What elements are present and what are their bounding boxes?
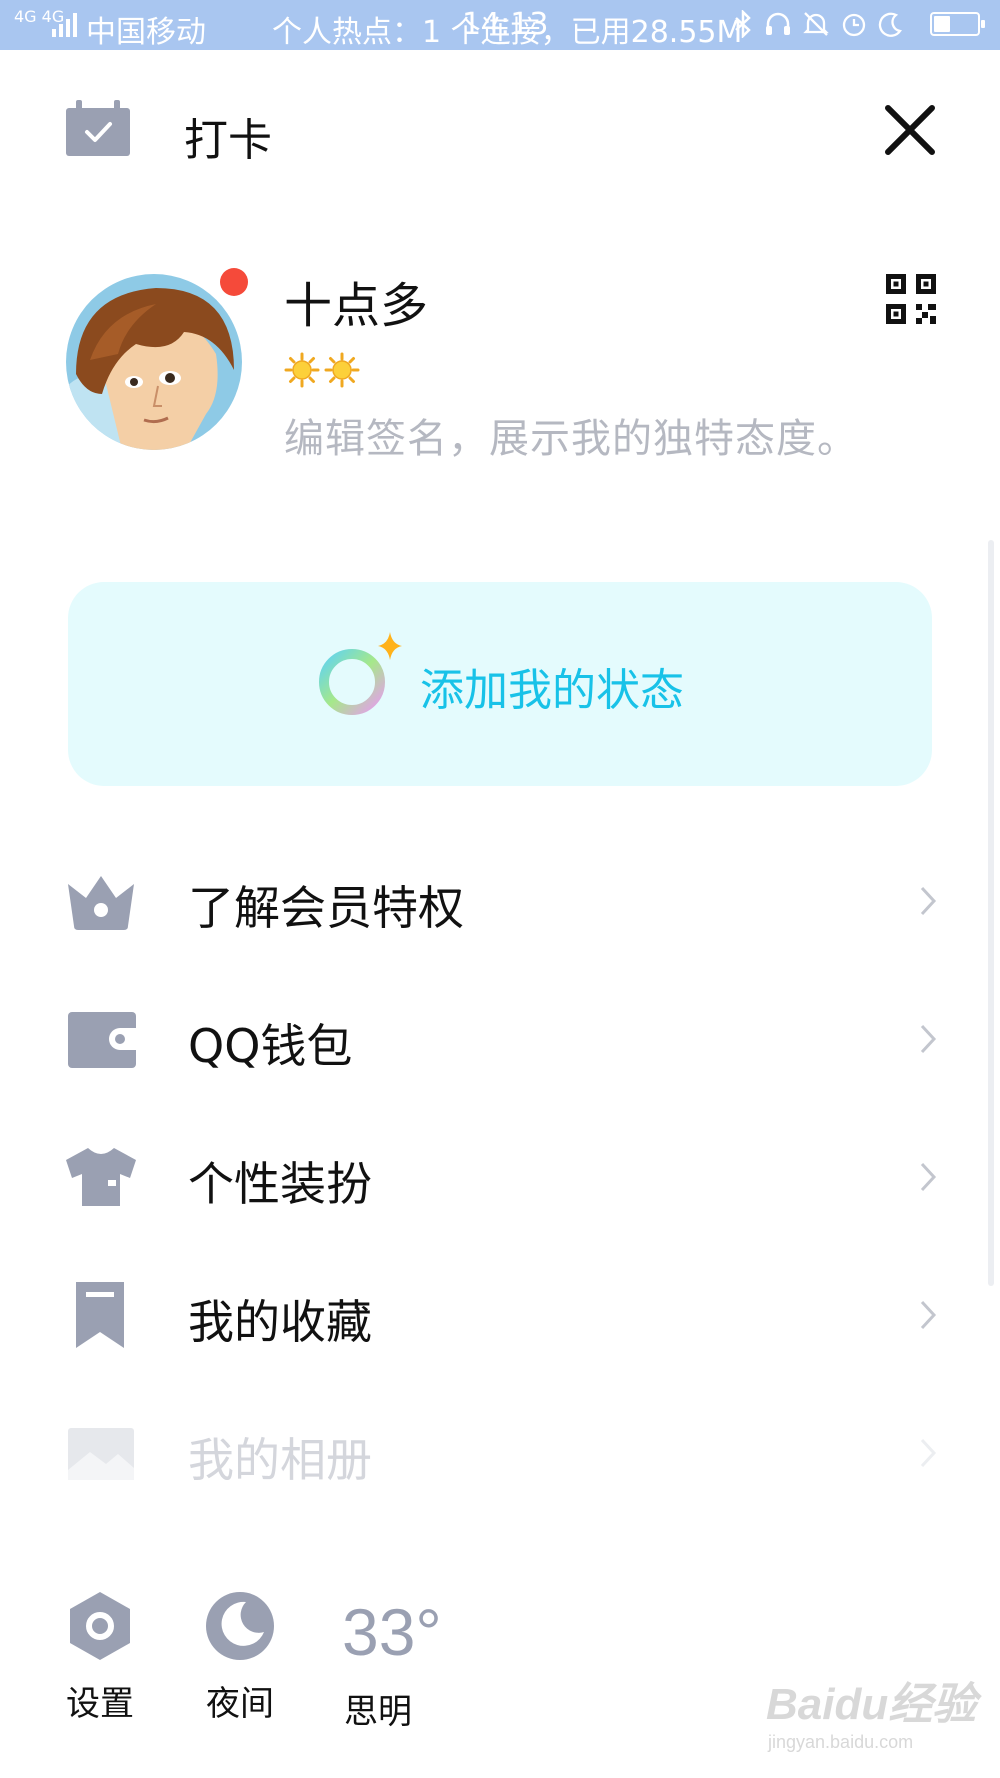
menu-item-albums[interactable]: 我的相册 [0,1392,1000,1512]
weather-city[interactable]: 思明 [344,1684,412,1733]
sun-icon [324,352,360,388]
bookmark-icon [76,1282,124,1348]
checkin-label[interactable]: 打卡 [184,104,272,168]
avatar-image [66,274,242,450]
gear-icon [70,1592,130,1660]
menu-item-qq-wallet[interactable]: QQ钱包 [0,978,1000,1098]
avatar[interactable] [66,274,242,450]
chevron-right-icon [920,1438,937,1468]
signal-icon [52,13,77,37]
night-label: 夜间 [206,1684,274,1724]
battery-icon [930,12,985,36]
menu-label: 我的收藏 [188,1295,372,1349]
drawer-header: 打卡 [0,50,1000,210]
menu-label: 个性装扮 [188,1157,372,1211]
silent-bell-icon [803,12,829,36]
photo-icon [68,1428,134,1480]
menu-label: 了解会员特权 [188,881,464,935]
weather-temperature[interactable]: 33° [342,1594,442,1670]
carrier-name: 中国移动 [86,15,206,50]
night-mode-button[interactable]: 夜间 [180,1588,300,1725]
watermark-url: jingyan.baidu.com [768,1732,914,1752]
tshirt-icon [66,1148,136,1206]
alarm-icon [842,13,866,37]
menu-label: QQ钱包 [188,1019,353,1073]
signature-edit[interactable]: 编辑签名，展示我的独特态度。 [284,406,858,464]
baidu-watermark: Baidu经验 jingyan.baidu.com [766,1668,976,1753]
chevron-right-icon [920,1162,937,1192]
notification-dot [220,268,248,296]
menu-label: 我的相册 [188,1433,372,1487]
watermark-logo: Baidu经验 [766,1680,977,1729]
add-status-label: 添加我的状态 [420,665,684,716]
sun-icon [284,352,320,388]
settings-button[interactable]: 设置 [40,1588,160,1725]
calendar-check-icon[interactable] [66,100,130,156]
menu-item-vip-privileges[interactable]: 了解会员特权 [0,840,1000,960]
headset-icon [766,12,790,35]
menu-item-favorites[interactable]: 我的收藏 [0,1254,1000,1374]
status-time: 14:13 [462,7,549,42]
close-icon[interactable] [884,104,936,156]
status-ring-icon [319,632,402,715]
qr-code-icon[interactable] [886,274,936,324]
wallet-icon [68,1012,136,1068]
chevron-right-icon [920,1300,937,1330]
night-moon-icon [206,1592,274,1660]
status-bar: 4G 4G 中国移动 个人热点：1 个连接，已用28.55M 14:13 [0,0,1000,50]
chevron-right-icon [920,886,937,916]
moon-icon [878,12,902,37]
crown-icon [68,876,134,930]
settings-label: 设置 [66,1684,134,1724]
chevron-right-icon [920,1024,937,1054]
level-badges[interactable] [284,352,360,388]
profile-name[interactable]: 十点多 [284,266,428,336]
menu-item-personalization[interactable]: 个性装扮 [0,1116,1000,1236]
add-status-button[interactable]: 添加我的状态 [68,582,932,786]
bluetooth-icon [735,10,751,38]
